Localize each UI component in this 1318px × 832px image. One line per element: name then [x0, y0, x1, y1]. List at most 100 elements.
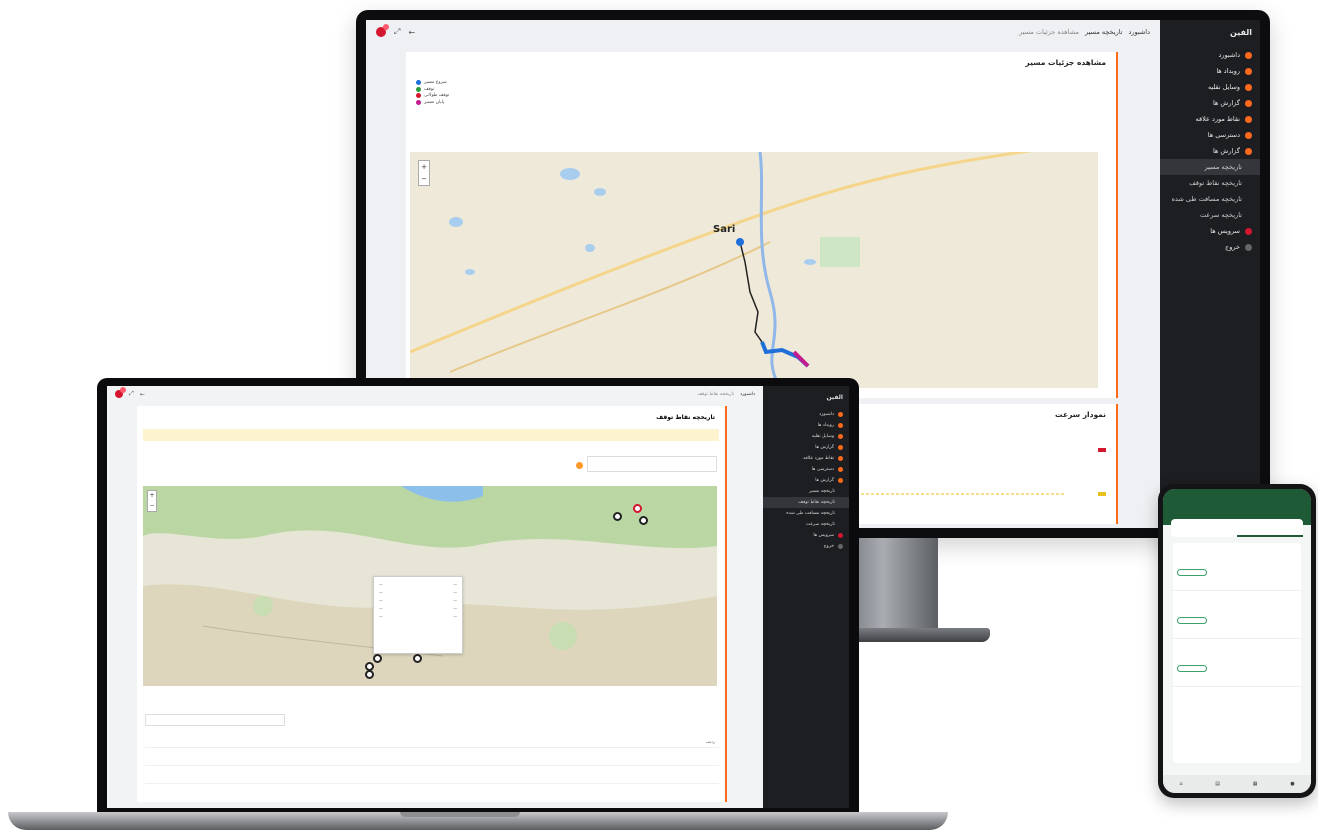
stops-table: ردیف — [145, 736, 719, 784]
sidebar-brand: الفين — [1230, 28, 1252, 37]
events-icon — [1245, 67, 1252, 75]
stop-marker[interactable] — [413, 654, 422, 663]
logout-icon — [838, 544, 843, 549]
table-search-input[interactable] — [145, 714, 285, 726]
speed-limit-chip — [1098, 448, 1106, 452]
phone-tab[interactable] — [1171, 519, 1237, 537]
column-header — [145, 736, 238, 748]
legend-item: شروع مسیر — [416, 80, 449, 85]
list-item[interactable] — [1173, 543, 1301, 591]
calendar-icon[interactable] — [576, 462, 583, 469]
stop-marker[interactable] — [365, 670, 374, 679]
sidebar-item-logout[interactable]: خروج — [1160, 239, 1260, 255]
sidebar-item-access[interactable]: دسترسی ها — [1160, 127, 1260, 143]
desktop-topbar: ⤢ ← داشبورد تاریخچه مسیر مشاهده جزئیات م… — [366, 20, 1160, 44]
sidebar-subitem-speed-history[interactable]: تاریخچه سرعت — [763, 519, 849, 530]
sidebar-subitem-distance-history[interactable]: تاریخچه مسافت طی شده — [763, 508, 849, 519]
expand-icon[interactable]: ⤢ — [129, 390, 134, 398]
laptop-notch — [400, 812, 520, 817]
stop-marker[interactable] — [639, 516, 648, 525]
sidebar-item-reports[interactable]: گزارش ها — [1160, 143, 1260, 159]
back-arrow-icon[interactable]: ← — [140, 391, 145, 398]
sidebar-item-vehicles[interactable]: وسایل نقلیه — [1160, 79, 1260, 95]
stops-map[interactable]: + − — — — — — — — — — — — [143, 486, 717, 686]
nav-map-icon[interactable]: ▤ — [1215, 781, 1220, 787]
stop-history-card: تاریخچه نقاط توقف + − — — — — — — — — — … — [137, 406, 727, 802]
list-item[interactable] — [1173, 639, 1301, 687]
key-icon — [1245, 131, 1252, 139]
phone-tab[interactable] — [1237, 519, 1303, 537]
sidebar-item-events[interactable]: رویداد ها — [763, 420, 849, 431]
stop-history-title: تاریخچه نقاط توقف — [656, 414, 715, 421]
stop-info-popup: — — — — — — — — — — — [373, 576, 463, 654]
back-arrow-icon[interactable]: ← — [408, 28, 415, 37]
map-zoom-control[interactable]: + − — [418, 160, 430, 186]
sidebar-item-favorites[interactable]: نقاط مورد علاقه — [1160, 111, 1260, 127]
chart-icon — [838, 478, 843, 483]
breadcrumb-current: مشاهده جزئیات مسیر — [1019, 28, 1079, 36]
chart-icon — [1245, 147, 1252, 155]
route-card-title: مشاهده جزئیات مسیر — [1025, 58, 1106, 67]
sidebar-subitem-distance-history[interactable]: تاریخچه مسافت طی شده — [1160, 191, 1260, 207]
nav-profile-icon[interactable]: ● — [1290, 781, 1294, 787]
sidebar-item-logout[interactable]: خروج — [763, 541, 849, 552]
row-action-link[interactable] — [145, 747, 238, 766]
sidebar-item-reports-a[interactable]: گزارش ها — [1160, 95, 1260, 111]
breadcrumb-section[interactable]: تاریخچه مسیر — [1085, 28, 1123, 36]
events-icon — [838, 423, 843, 428]
sidebar-item-access[interactable]: دسترسی ها — [763, 464, 849, 475]
laptop-screen: ⤢ ← داشبورد تاریخچه نقاط توقف تاریخچه نق… — [107, 386, 849, 808]
stop-marker[interactable] — [613, 512, 622, 521]
sidebar-item-reports-a[interactable]: گزارش ها — [763, 442, 849, 453]
sidebar-subitem-route-history[interactable]: تاریخچه مسیر — [763, 486, 849, 497]
report-icon — [1245, 99, 1252, 107]
stop-marker[interactable] — [633, 504, 642, 513]
key-icon — [838, 467, 843, 472]
date-range-field[interactable] — [587, 456, 717, 472]
nav-report-icon[interactable]: ▦ — [1253, 781, 1258, 787]
map-zoom-control[interactable]: + − — [147, 490, 157, 512]
dashboard-icon — [1245, 51, 1252, 59]
sidebar-item-vehicles[interactable]: وسایل نقلیه — [763, 431, 849, 442]
sidebar-brand-sub — [1160, 39, 1260, 47]
table-header-row: ردیف — [145, 736, 719, 748]
column-header — [238, 736, 331, 748]
map-city-label: Sari — [713, 224, 736, 235]
phone-tabs — [1171, 519, 1303, 537]
route-card: مشاهده جزئیات مسیر شروع مسیر توقف توقف ط… — [406, 52, 1118, 398]
route-map-graphics — [410, 152, 1098, 388]
sidebar-item-dashboard[interactable]: داشبورد — [1160, 47, 1260, 63]
breadcrumb-home[interactable]: داشبورد — [740, 392, 755, 397]
warning-banner — [143, 429, 719, 441]
sidebar-subitem-stop-history[interactable]: تاریخچه نقاط توقف — [1160, 175, 1260, 191]
sidebar-item-services[interactable]: سرویس ها — [1160, 223, 1260, 239]
table-row — [145, 765, 719, 784]
breadcrumb-home[interactable]: داشبورد — [1129, 28, 1151, 36]
item-action-button[interactable] — [1177, 665, 1207, 672]
sidebar-subitem-stop-history[interactable]: تاریخچه نقاط توقف — [763, 497, 849, 508]
sidebar-item-services[interactable]: سرویس ها — [763, 530, 849, 541]
item-action-button[interactable] — [1177, 617, 1207, 624]
phone-screen: ⌂ ▤ ▦ ● — [1163, 489, 1311, 793]
column-header — [330, 736, 424, 748]
sidebar-item-dashboard[interactable]: داشبورد — [763, 409, 849, 420]
laptop: ⤢ ← داشبورد تاریخچه نقاط توقف تاریخچه نق… — [97, 378, 859, 814]
route-map[interactable]: + − Sari — [410, 152, 1098, 388]
item-action-button[interactable] — [1177, 569, 1207, 576]
pin-icon — [1245, 115, 1252, 123]
phone: ⌂ ▤ ▦ ● — [1158, 484, 1316, 798]
sidebar-subitem-speed-history[interactable]: تاریخچه سرعت — [1160, 207, 1260, 223]
sidebar-subitem-route-history[interactable]: تاریخچه مسیر — [1160, 159, 1260, 175]
sidebar-item-reports[interactable]: گزارش ها — [763, 475, 849, 486]
report-icon — [838, 445, 843, 450]
column-header: ردیف — [516, 736, 719, 748]
desktop-sidebar: الفين داشبورد رویداد ها وسایل نقلیه گزار… — [1160, 20, 1260, 528]
stop-marker[interactable] — [373, 654, 382, 663]
list-item[interactable] — [1173, 591, 1301, 639]
nav-home-icon[interactable]: ⌂ — [1179, 781, 1182, 787]
sidebar-item-favorites[interactable]: نقاط مورد علاقه — [763, 453, 849, 464]
expand-icon[interactable]: ⤢ — [394, 27, 400, 37]
row-action-link[interactable] — [145, 765, 238, 784]
sidebar-item-events[interactable]: رویداد ها — [1160, 63, 1260, 79]
dashboard-icon — [838, 412, 843, 417]
